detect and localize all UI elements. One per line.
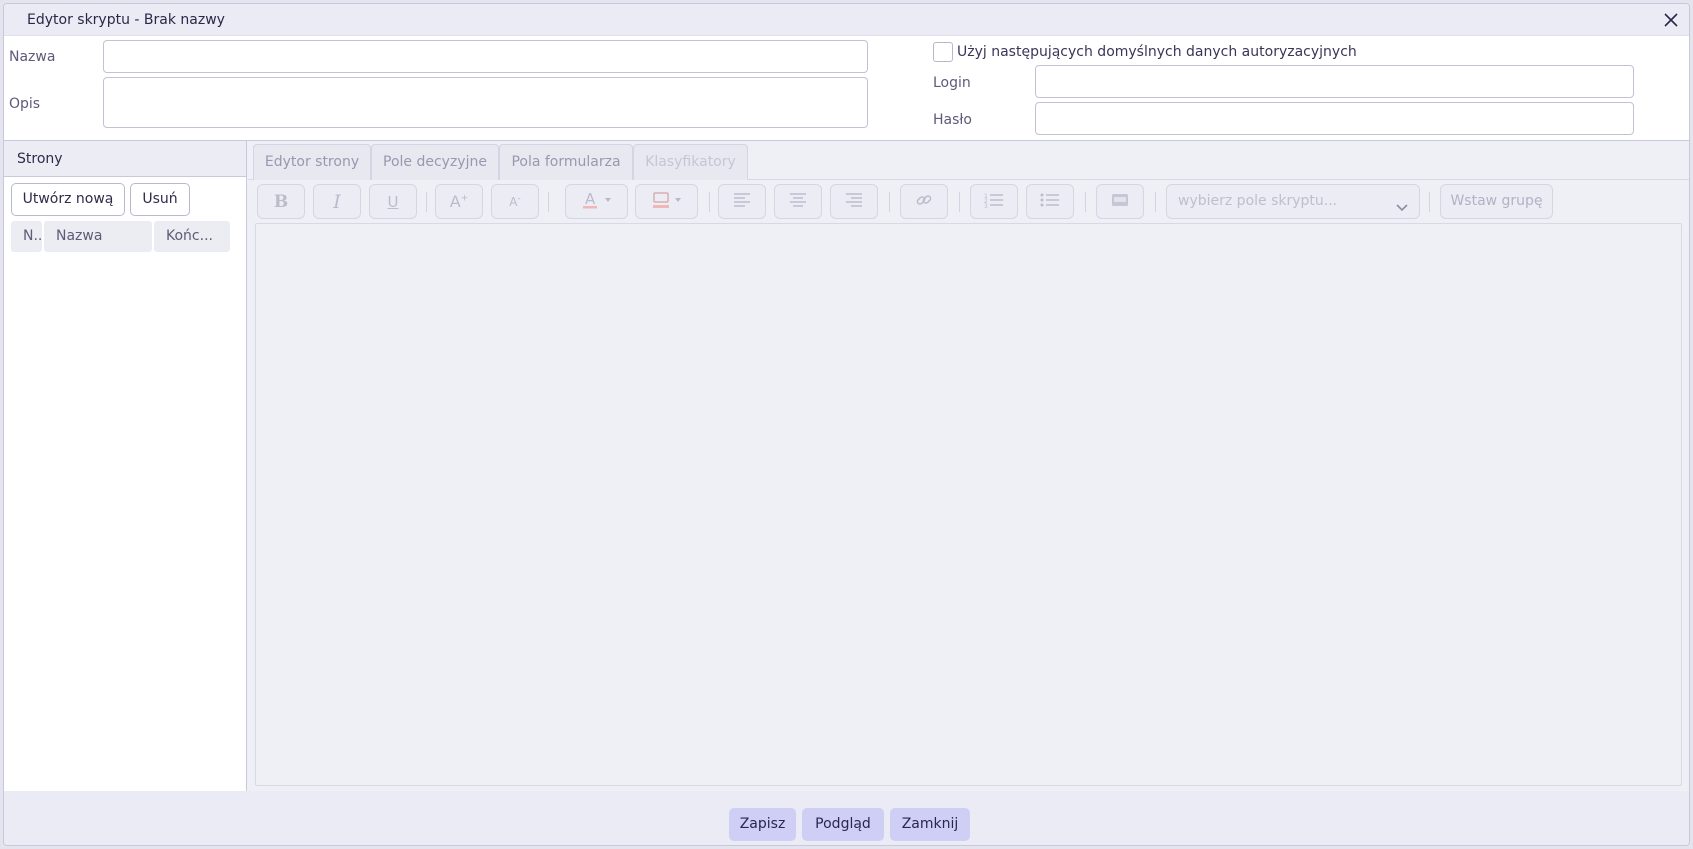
decrease-font-button[interactable]: A- <box>491 184 539 219</box>
insert-group-button[interactable]: Wstaw grupę <box>1440 184 1553 219</box>
underline-icon: U <box>387 192 399 211</box>
ordered-list-button[interactable]: 1 2 3 <box>970 184 1018 219</box>
script-editor-dialog: Edytor skryptu - Brak nazwy Nazwa Opis U… <box>3 3 1690 846</box>
window-title: Edytor skryptu - Brak nazwy <box>27 12 225 28</box>
svg-text:A: A <box>585 190 596 208</box>
password-input[interactable] <box>1035 102 1634 135</box>
font-color-button[interactable]: A <box>565 184 628 219</box>
name-input[interactable] <box>103 40 868 73</box>
page-content-editor[interactable] <box>255 223 1682 786</box>
default-auth-checkbox[interactable] <box>933 42 953 62</box>
image-icon <box>1111 193 1129 211</box>
bold-icon: B <box>273 191 289 212</box>
unordered-list-icon <box>1040 192 1060 212</box>
column-header-name[interactable]: Nazwa <box>44 221 152 252</box>
tab-classifiers: Klasyfikatory <box>633 144 748 180</box>
link-button[interactable] <box>900 184 948 219</box>
font-size-decrease-icon: A- <box>509 194 521 209</box>
pages-header-title: Strony <box>17 151 63 167</box>
link-icon <box>915 191 933 213</box>
image-button[interactable] <box>1096 184 1144 219</box>
script-field-select[interactable]: wybierz pole skryptu... <box>1166 184 1420 219</box>
italic-button[interactable]: I <box>313 184 361 219</box>
title-bar: Edytor skryptu - Brak nazwy <box>4 4 1689 36</box>
increase-font-button[interactable]: A+ <box>435 184 483 219</box>
highlight-color-button[interactable] <box>635 184 698 219</box>
tab-form-fields[interactable]: Pola formularza <box>499 144 633 180</box>
highlight-color-icon <box>647 190 687 214</box>
pages-panel: Strony Utwórz nową Usuń N... Nazwa Końc.… <box>4 141 247 791</box>
align-right-icon <box>845 192 863 211</box>
column-header-number[interactable]: N... <box>11 221 42 252</box>
toolbar-separator <box>959 192 960 212</box>
toolbar-separator <box>1429 192 1430 212</box>
align-center-button[interactable] <box>774 184 822 219</box>
column-header-end[interactable]: Końc... <box>154 221 230 252</box>
login-label: Login <box>933 75 971 91</box>
close-icon[interactable] <box>1661 10 1681 30</box>
toolbar-separator <box>709 192 710 212</box>
password-label: Hasło <box>933 112 972 128</box>
align-left-icon <box>733 192 751 211</box>
page-editor-panel: Edytor strony Pole decyzyjne Pola formul… <box>248 141 1689 791</box>
toolbar-separator <box>1155 192 1156 212</box>
login-input[interactable] <box>1035 65 1634 98</box>
description-label: Opis <box>9 96 41 112</box>
toolbar-separator <box>426 192 427 212</box>
formatting-toolbar: B I U A+ A- A 1 2 3 wybierz pole skryptu… <box>248 180 1689 223</box>
script-field-select-placeholder: wybierz pole skryptu... <box>1178 193 1338 209</box>
create-page-button[interactable]: Utwórz nową <box>11 183 125 216</box>
ordered-list-icon: 1 2 3 <box>984 192 1004 212</box>
dialog-footer: Zapisz Podgląd Zamknij <box>4 791 1689 845</box>
align-center-icon <box>789 192 807 211</box>
font-color-icon: A <box>577 190 617 214</box>
toolbar-separator <box>548 192 549 212</box>
close-button[interactable]: Zamknij <box>890 808 970 841</box>
svg-text:3: 3 <box>984 203 988 208</box>
description-input[interactable] <box>103 77 868 128</box>
name-label: Nazwa <box>9 49 56 65</box>
bold-button[interactable]: B <box>257 184 305 219</box>
toolbar-separator <box>1085 192 1086 212</box>
save-button[interactable]: Zapisz <box>729 808 796 841</box>
tab-page-editor[interactable]: Edytor strony <box>253 144 371 180</box>
underline-button[interactable]: U <box>369 184 417 219</box>
pages-panel-header: Strony <box>4 141 246 177</box>
font-size-increase-icon: A+ <box>449 192 469 211</box>
align-left-button[interactable] <box>718 184 766 219</box>
default-auth-label: Użyj następujących domyślnych danych aut… <box>957 44 1357 60</box>
toolbar-separator <box>889 192 890 212</box>
tab-decision-field[interactable]: Pole decyzyjne <box>371 144 499 180</box>
script-details-form: Nazwa Opis Użyj następujących domyślnych… <box>4 36 1689 141</box>
preview-button[interactable]: Podgląd <box>802 808 884 841</box>
unordered-list-button[interactable] <box>1026 184 1074 219</box>
italic-icon: I <box>333 190 341 213</box>
editor-tabs: Edytor strony Pole decyzyjne Pola formul… <box>248 141 1689 180</box>
align-right-button[interactable] <box>830 184 878 219</box>
delete-page-button[interactable]: Usuń <box>130 183 190 216</box>
